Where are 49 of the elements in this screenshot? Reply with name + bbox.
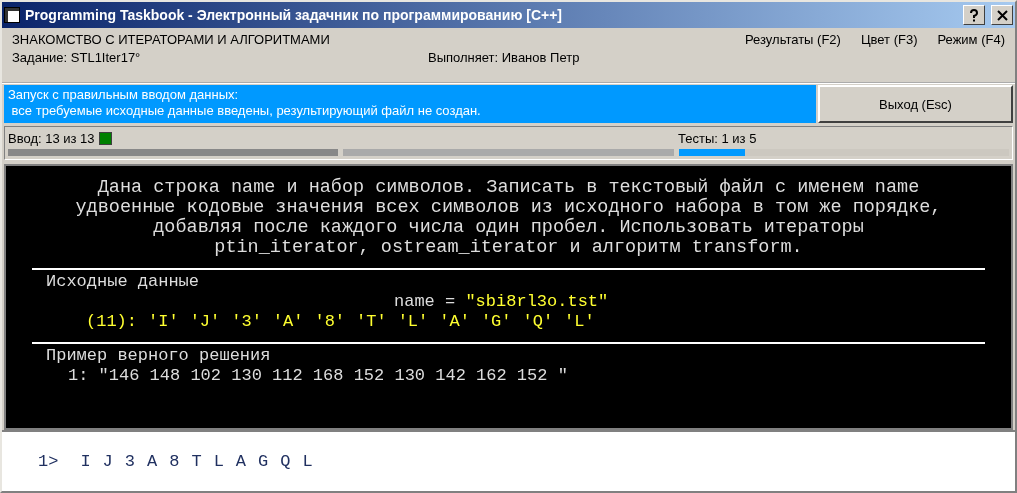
student-name: Выполняет: Иванов Петр xyxy=(428,50,580,65)
output-char: 8 xyxy=(169,451,180,472)
char-value: 'T' xyxy=(356,312,387,332)
output-char: A xyxy=(147,451,158,472)
task-text-line: удвоенные кодовые значения всех символов из исходного набора в том же порядке, xyxy=(75,198,942,218)
output-char: L xyxy=(213,451,224,472)
char-value: '8' xyxy=(314,312,346,332)
help-icon xyxy=(969,8,979,22)
char-value: 'I' xyxy=(148,312,179,332)
tests-count: Тесты: 1 из 5 xyxy=(678,130,757,146)
close-icon xyxy=(996,9,1008,21)
output-char: T xyxy=(191,451,202,472)
name-value: "sbi8rl3o.tst" xyxy=(465,292,609,312)
task-text-line: ptin_iterator, ostream_iterator и алгоритм transform. xyxy=(214,238,803,258)
char-value: 'Q' xyxy=(522,312,554,332)
char-value: 'A' xyxy=(439,312,470,332)
char-value: 'L' xyxy=(564,312,595,332)
exit-button[interactable]: Выход (Esc) xyxy=(818,85,1013,123)
window-title: Programming Taskbook - Электронный задачник по программированию [C++] xyxy=(25,7,563,23)
output-char: I xyxy=(80,451,91,472)
input-count: Ввод: 13 из 13 xyxy=(8,130,95,146)
name-label: name = xyxy=(394,292,457,312)
topic-title: ЗНАКОМСТВО С ИТЕРАТОРАМИ И АЛГОРИТМАМИ xyxy=(12,32,331,47)
close-button[interactable] xyxy=(991,5,1013,25)
menu-item[interactable]: Цвет (F3) xyxy=(860,32,918,47)
char-value: 'J' xyxy=(189,312,221,332)
status-message: Запуск с правильным вводом данных: все требуемые исходные данные введены, результирующий файл не создан. xyxy=(4,85,816,123)
output-char: A xyxy=(235,451,247,472)
task-text-line: Дана строка name и набор символов. Записать в текстовый файл с именем name xyxy=(97,178,920,198)
section-title: Пример верного решения xyxy=(46,346,272,366)
output-char: 3 xyxy=(124,451,135,472)
char-count: (11): xyxy=(86,312,137,332)
menu-item[interactable]: Результаты (F2) xyxy=(744,32,841,47)
app-icon xyxy=(4,7,20,23)
task-name: Задание: STL1Iter17° xyxy=(12,50,142,65)
char-value: 'L' xyxy=(397,312,429,332)
output-char: Q xyxy=(280,451,291,472)
char-value: 'A' xyxy=(272,312,304,332)
output-char: G xyxy=(258,451,269,472)
example-line: 1: "146 148 102 130 112 168 152 130 142 162 152 " xyxy=(67,366,569,386)
section-title: Исходные данные xyxy=(46,272,201,292)
char-value: 'G' xyxy=(480,312,512,332)
menu-item[interactable]: Режим (F4) xyxy=(937,32,1005,47)
help-button[interactable] xyxy=(963,5,985,25)
task-text-line: добавляя после каждого числа один пробел. Использовать итераторы xyxy=(153,218,864,238)
output-prompt: 1> xyxy=(38,451,59,472)
char-value: '3' xyxy=(231,312,262,332)
output-char: J xyxy=(102,451,113,472)
output-char: L xyxy=(302,451,313,472)
